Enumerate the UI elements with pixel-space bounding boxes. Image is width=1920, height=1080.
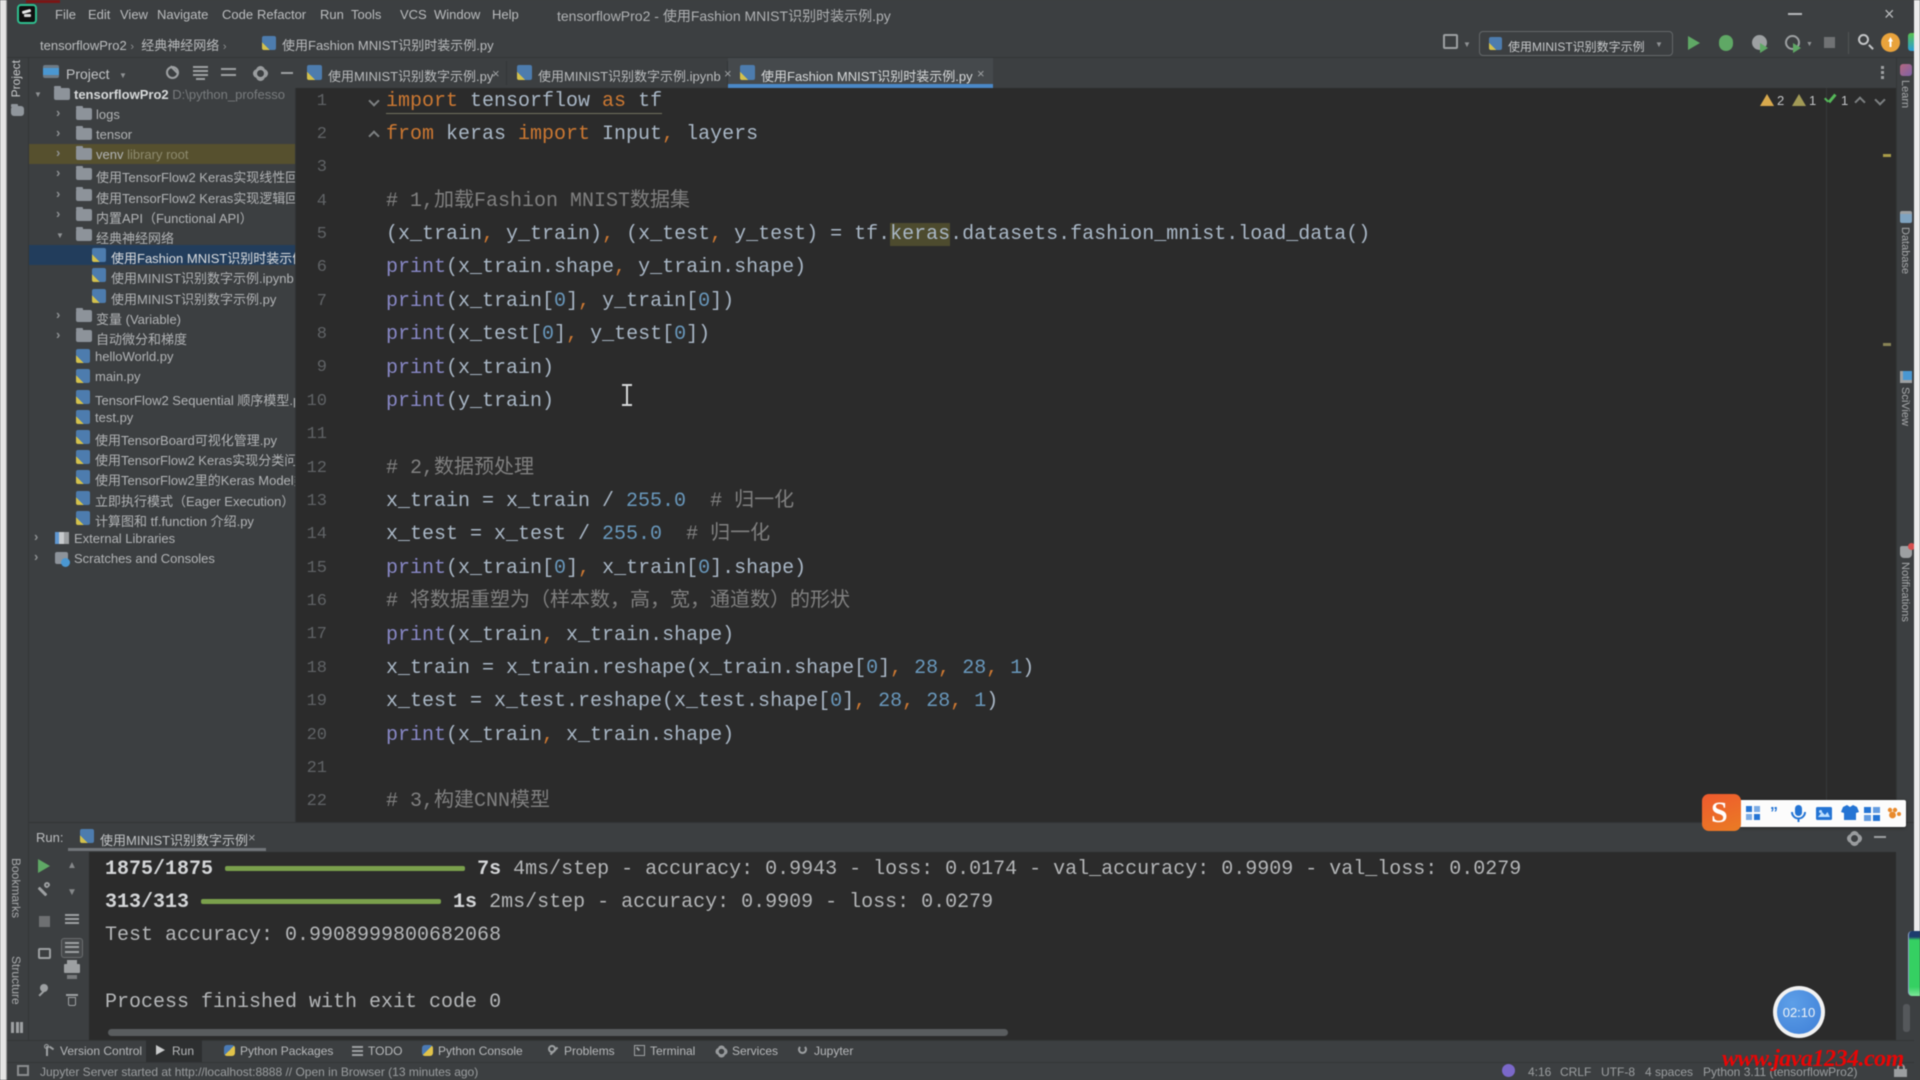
svg-text:”: ”: [1770, 805, 1778, 822]
